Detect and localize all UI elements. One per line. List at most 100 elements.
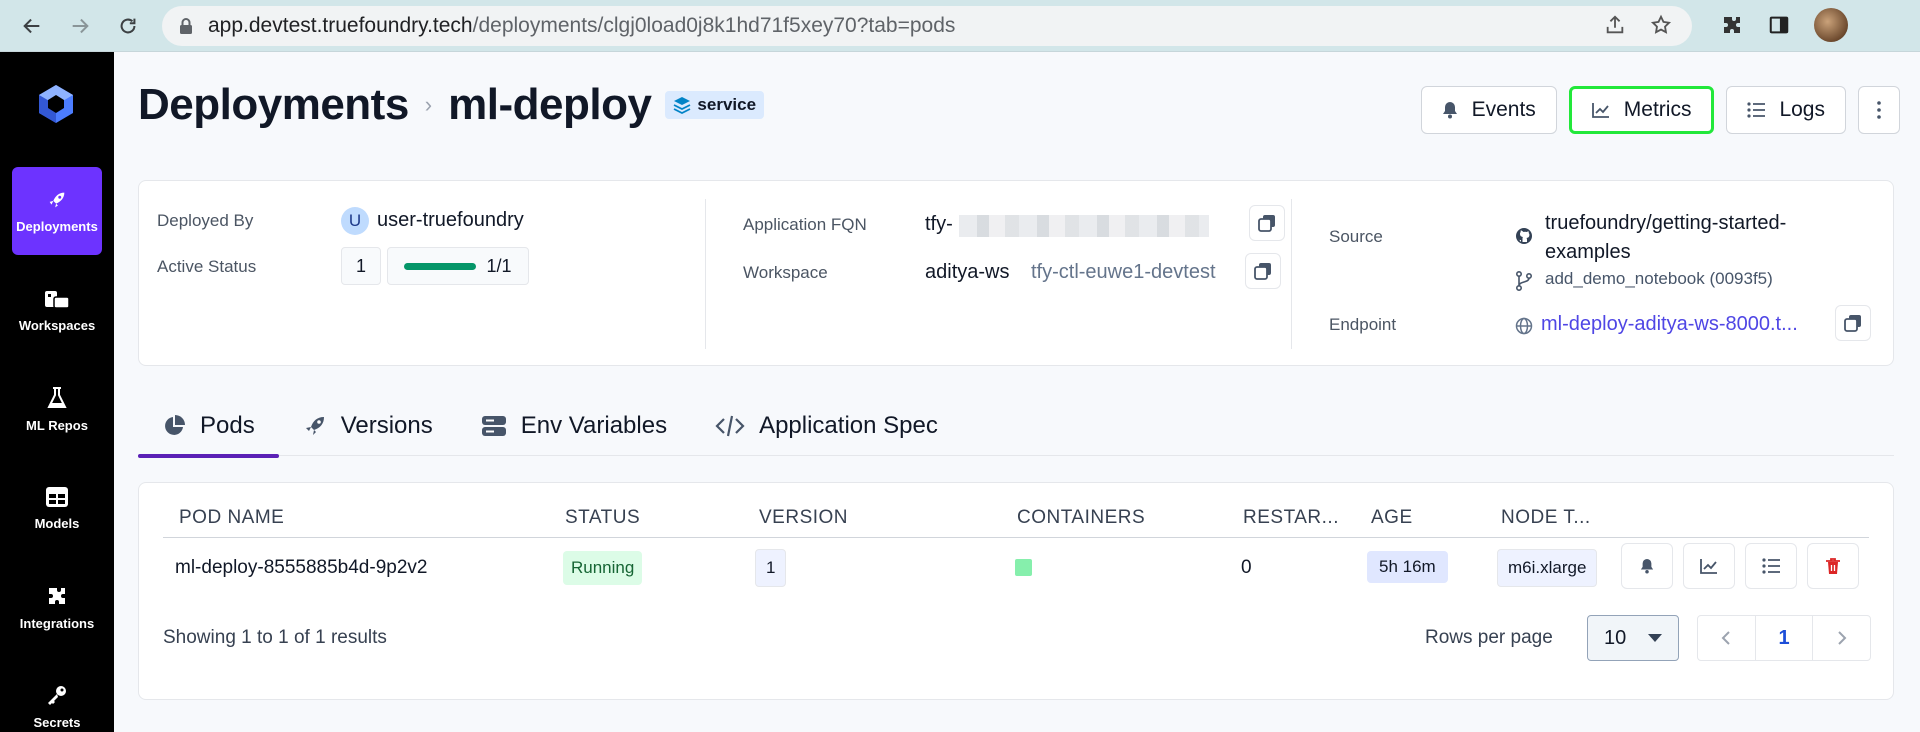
back-button[interactable] bbox=[8, 4, 56, 48]
version-chip: 1 bbox=[755, 549, 787, 587]
column-header[interactable]: AGE bbox=[1371, 507, 1413, 529]
deployed-by-value: user-truefoundry bbox=[377, 209, 524, 231]
list-icon bbox=[1762, 558, 1780, 574]
divider bbox=[1291, 199, 1292, 349]
url-path: /deployments/clgj0load0j8k1hd71f5xey70?t… bbox=[472, 14, 956, 37]
more-options-button[interactable] bbox=[1858, 86, 1900, 134]
fqn-redacted bbox=[959, 215, 1209, 237]
pod-logs-button[interactable] bbox=[1745, 543, 1797, 589]
sidebar-item-label: Models bbox=[34, 515, 80, 531]
table-icon bbox=[46, 486, 68, 507]
pod-metrics-button[interactable] bbox=[1683, 543, 1735, 589]
pie-chart-icon bbox=[165, 415, 185, 435]
copy-workspace-button[interactable] bbox=[1245, 253, 1281, 289]
tab-versions[interactable]: Versions bbox=[279, 396, 457, 456]
page-title: ml-deploy bbox=[448, 80, 652, 129]
sidebar-item-secrets[interactable]: Secrets bbox=[12, 662, 102, 732]
reload-icon bbox=[120, 18, 136, 34]
sidebar-item-label: Secrets bbox=[33, 714, 81, 730]
node-type-chip: m6i.xlarge bbox=[1497, 549, 1598, 587]
sidebar-item-integrations[interactable]: Integrations bbox=[12, 563, 102, 651]
column-header[interactable]: VERSION bbox=[759, 507, 848, 529]
column-header[interactable]: POD NAME bbox=[179, 507, 284, 529]
column-header[interactable]: NODE T... bbox=[1501, 507, 1591, 529]
tab-pods[interactable]: Pods bbox=[138, 396, 279, 458]
reload-button[interactable] bbox=[104, 4, 152, 48]
sidebar: Deployments Workspaces ML Repos Models I… bbox=[0, 52, 114, 732]
extensions-puzzle-icon[interactable] bbox=[1720, 13, 1744, 37]
next-page-button[interactable] bbox=[1813, 616, 1870, 660]
chart-line-icon bbox=[1700, 559, 1717, 574]
github-icon bbox=[1516, 228, 1532, 244]
pods-table-card: POD NAME STATUS VERSION CONTAINERS RESTA… bbox=[138, 482, 1894, 700]
pod-delete-button[interactable] bbox=[1807, 543, 1859, 589]
key-icon bbox=[48, 685, 66, 705]
divider bbox=[705, 199, 706, 349]
workspace-cluster-link[interactable]: tfy-ctl-euwe1-devtest bbox=[1031, 261, 1216, 284]
metrics-label: Metrics bbox=[1623, 98, 1692, 121]
url-host: app.devtest.truefoundry.tech bbox=[208, 14, 473, 37]
source-repo[interactable]: truefoundry/getting-started-examples bbox=[1545, 209, 1845, 267]
sidebar-item-deployments[interactable]: Deployments bbox=[12, 167, 102, 255]
page-number-button[interactable]: 1 bbox=[1754, 616, 1814, 660]
active-count: 1 bbox=[341, 247, 381, 285]
workspace-name: aditya-ws bbox=[925, 261, 1010, 283]
share-icon[interactable] bbox=[1604, 14, 1626, 36]
breadcrumb-deployments[interactable]: Deployments bbox=[138, 80, 409, 130]
active-progress-bar bbox=[404, 262, 477, 270]
layers-icon bbox=[674, 97, 691, 114]
user-avatar: U bbox=[341, 207, 369, 235]
column-header[interactable]: RESTAR... bbox=[1243, 507, 1339, 529]
rows-per-page-select[interactable]: 10 bbox=[1587, 615, 1679, 661]
events-button[interactable]: Events bbox=[1420, 86, 1557, 134]
active-ratio-value: 1/1 bbox=[486, 255, 512, 276]
pod-events-button[interactable] bbox=[1621, 543, 1673, 589]
prev-page-button[interactable] bbox=[1698, 616, 1755, 660]
source-label: Source bbox=[1329, 227, 1383, 246]
tab-label: Env Variables bbox=[520, 412, 668, 439]
badge-label: service bbox=[697, 95, 757, 114]
row-actions bbox=[1621, 543, 1859, 589]
sidebar-item-models[interactable]: Models bbox=[12, 464, 102, 552]
chevron-left-icon bbox=[1721, 631, 1731, 645]
endpoint-link[interactable]: ml-deploy-aditya-ws-8000.t... bbox=[1541, 313, 1798, 336]
tab-env-variables[interactable]: Env Variables bbox=[457, 396, 691, 456]
truefoundry-logo[interactable] bbox=[34, 82, 78, 126]
tab-label: Application Spec bbox=[759, 412, 938, 439]
pod-name: ml-deploy-8555885b4d-9p2v2 bbox=[175, 557, 428, 578]
deployment-info-card: Deployed By U user-truefoundry Active St… bbox=[138, 180, 1894, 366]
container-status-indicator[interactable] bbox=[1015, 559, 1032, 576]
endpoint-label: Endpoint bbox=[1329, 315, 1397, 334]
lock-icon bbox=[180, 18, 192, 34]
age-chip: 5h 16m bbox=[1367, 551, 1448, 583]
logs-label: Logs bbox=[1779, 98, 1825, 121]
code-icon bbox=[715, 415, 745, 437]
copy-icon bbox=[1258, 215, 1275, 232]
forward-button[interactable] bbox=[56, 4, 104, 48]
active-ratio: 1/1 bbox=[387, 247, 529, 285]
rocket-icon bbox=[49, 192, 65, 207]
copy-fqn-button[interactable] bbox=[1249, 205, 1285, 241]
puzzle-icon bbox=[49, 587, 65, 604]
bell-icon bbox=[1442, 102, 1457, 119]
sidebar-item-ml-repos[interactable]: ML Repos bbox=[12, 365, 102, 453]
copy-endpoint-button[interactable] bbox=[1835, 305, 1871, 341]
tab-application-spec[interactable]: Application Spec bbox=[691, 396, 962, 456]
git-branch-icon bbox=[1516, 271, 1533, 291]
column-header[interactable]: STATUS bbox=[565, 507, 640, 529]
rows-per-page-value: 10 bbox=[1604, 626, 1627, 649]
metrics-button[interactable]: Metrics bbox=[1568, 86, 1715, 134]
source-branch[interactable]: add_demo_notebook (0093f5) bbox=[1545, 269, 1773, 289]
profile-avatar[interactable] bbox=[1814, 8, 1848, 42]
deployed-by-label: Deployed By bbox=[157, 211, 254, 230]
address-bar[interactable]: app.devtest.truefoundry.tech/deployments… bbox=[162, 6, 1692, 46]
sidebar-item-workspaces[interactable]: Workspaces bbox=[12, 266, 102, 354]
workspace-icon bbox=[45, 290, 70, 309]
sidebar-item-label: Deployments bbox=[16, 218, 98, 234]
kebab-menu-icon bbox=[1877, 101, 1881, 119]
column-header[interactable]: CONTAINERS bbox=[1017, 507, 1145, 529]
side-panel-icon[interactable] bbox=[1768, 14, 1790, 36]
logs-button[interactable]: Logs bbox=[1726, 86, 1846, 134]
star-icon[interactable] bbox=[1650, 14, 1672, 36]
header-actions: Events Metrics Logs bbox=[1420, 86, 1900, 134]
